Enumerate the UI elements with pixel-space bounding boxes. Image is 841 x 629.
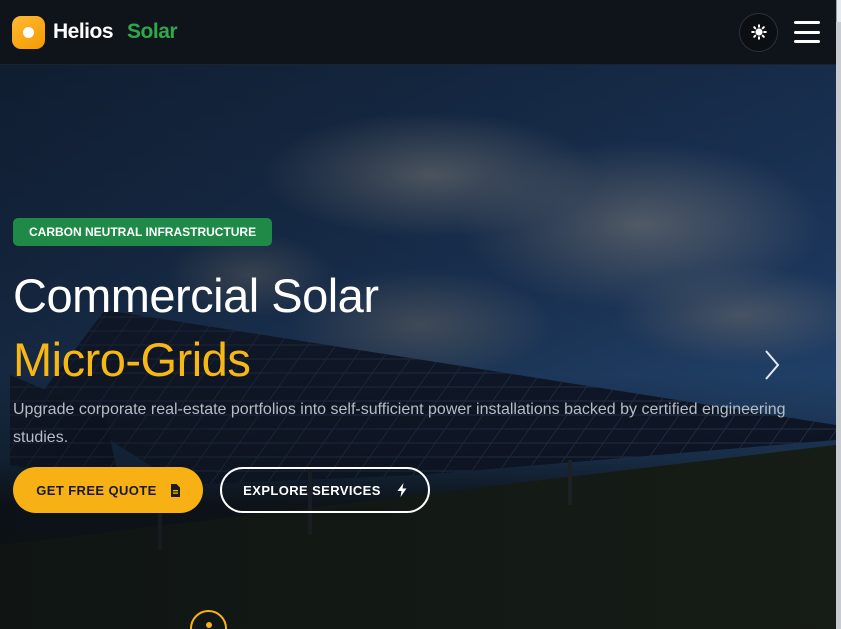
explore-services-button[interactable]: EXPLORE SERVICES: [220, 467, 430, 513]
hero-content: CARBON NEUTRAL INFRASTRUCTURE Commercial…: [13, 218, 803, 513]
hamburger-menu-icon[interactable]: [794, 21, 820, 43]
sun-gear-icon: [750, 24, 767, 40]
page-scrollbar[interactable]: [836, 0, 841, 629]
get-free-quote-button[interactable]: GET FREE QUOTE: [13, 467, 203, 513]
brand-accent: Solar: [127, 20, 178, 43]
brand-name: Helios: [53, 20, 114, 43]
lightning-bolt-icon: [397, 483, 407, 497]
hero-cta-row: GET FREE QUOTE EXPLORE SERVICES: [13, 467, 803, 513]
explore-services-label: EXPLORE SERVICES: [243, 482, 381, 498]
get-free-quote-label: GET FREE QUOTE: [36, 482, 157, 498]
hero-badge: CARBON NEUTRAL INFRASTRUCTURE: [13, 218, 273, 246]
scrollbar-thumb[interactable]: [836, 0, 841, 22]
header-actions: [739, 12, 820, 52]
hero-title-highlight: Micro-Grids: [13, 333, 251, 386]
hero-title: Commercial Solar: [13, 269, 379, 322]
hero-section: CARBON NEUTRAL INFRASTRUCTURE Commercial…: [0, 65, 836, 629]
sun-dot-logo-icon: [12, 15, 45, 49]
chevron-right-icon: [765, 350, 780, 380]
brand-logo-link[interactable]: Helios Solar: [12, 15, 178, 49]
theme-toggle-button[interactable]: [739, 12, 778, 52]
hero-description: Upgrade corporate real-estate portfolios…: [13, 401, 786, 446]
document-icon: [170, 483, 180, 497]
site-header: Helios Solar: [0, 0, 836, 65]
next-slide-button[interactable]: [760, 347, 784, 383]
